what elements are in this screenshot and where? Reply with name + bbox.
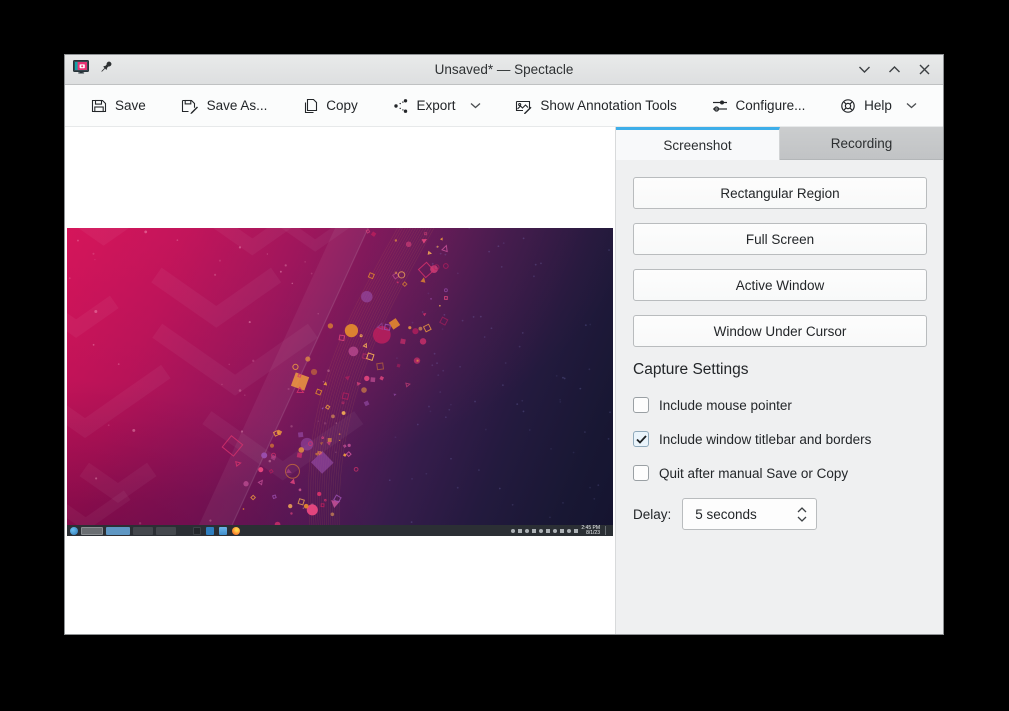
preview-clock-date: 8/1/23 [581, 531, 600, 536]
checkbox-label: Include window titlebar and borders [659, 432, 871, 447]
checkbox-box[interactable] [633, 431, 649, 447]
checkbox-box[interactable] [633, 397, 649, 413]
close-button[interactable] [917, 63, 931, 77]
preview-show-desktop-button [605, 526, 610, 535]
preview-folder-icon [219, 527, 227, 535]
minimize-button[interactable] [857, 63, 871, 77]
capture-settings-heading: Capture Settings [633, 361, 927, 379]
tab-bar: Screenshot Recording [616, 127, 943, 160]
configure-button[interactable]: Configure... [712, 98, 806, 114]
preview-firefox-icon [232, 527, 240, 535]
preview-taskbar: 2:45 PM 8/1/23 [67, 525, 613, 536]
active-window-button[interactable]: Active Window [633, 269, 927, 301]
share-icon [393, 98, 409, 114]
chevron-down-icon [470, 102, 481, 109]
preview-wallpaper [67, 228, 613, 525]
copy-button[interactable]: Copy [302, 98, 358, 114]
delay-increment-button[interactable] [797, 507, 807, 513]
delay-value[interactable]: 5 seconds [695, 507, 797, 522]
checkbox-box[interactable] [633, 465, 649, 481]
help-button[interactable]: Help [840, 98, 917, 114]
preview-task-entry [133, 527, 153, 535]
tab-screenshot-label: Screenshot [663, 138, 731, 153]
desktop-background: Unsaved* — Spectacle [0, 0, 1009, 711]
save-icon [91, 98, 107, 114]
pin-icon[interactable] [99, 60, 114, 80]
delay-decrement-button[interactable] [797, 516, 807, 522]
screenshot-preview: 2:45 PM 8/1/23 [67, 228, 613, 536]
side-panel: Screenshot Recording Rectangular Region … [615, 127, 943, 634]
export-button[interactable]: Export [393, 98, 481, 114]
titlebar[interactable]: Unsaved* — Spectacle [65, 55, 943, 85]
configure-label: Configure... [736, 98, 806, 113]
preview-clock: 2:45 PM 8/1/23 [581, 526, 600, 536]
preview-app-icon [206, 527, 214, 535]
window-under-cursor-button[interactable]: Window Under Cursor [633, 315, 927, 347]
show-annotation-tools-button[interactable]: Show Annotation Tools [515, 98, 676, 114]
spectacle-window: Unsaved* — Spectacle [64, 54, 944, 635]
delay-label: Delay: [633, 507, 671, 522]
checkbox-label: Quit after manual Save or Copy [659, 466, 848, 481]
wallpaper-art [67, 228, 613, 525]
preview-task-entry [106, 527, 130, 535]
copy-label: Copy [326, 98, 358, 113]
toolbar: Save Save As... [65, 85, 943, 127]
tab-recording[interactable]: Recording [780, 127, 943, 160]
copy-icon [302, 98, 318, 114]
sliders-icon [712, 98, 728, 114]
spectacle-app-icon[interactable] [73, 59, 90, 80]
tab-recording-label: Recording [831, 136, 893, 151]
save-button[interactable]: Save [91, 98, 146, 114]
maximize-button[interactable] [887, 63, 901, 77]
annotation-icon [515, 98, 532, 114]
delay-row: Delay: 5 seconds [633, 498, 927, 530]
help-label: Help [864, 98, 892, 113]
show-annotation-tools-label: Show Annotation Tools [540, 98, 676, 113]
checkbox-quit-after-save[interactable]: Quit after manual Save or Copy [633, 464, 927, 482]
export-label: Export [417, 98, 456, 113]
checkbox-label: Include mouse pointer [659, 398, 792, 413]
preview-pane: 2:45 PM 8/1/23 [65, 127, 615, 634]
checkbox-include-mouse-pointer[interactable]: Include mouse pointer [633, 396, 927, 414]
window-title: Unsaved* — Spectacle [435, 62, 574, 77]
preview-system-tray [511, 529, 578, 533]
tab-screenshot[interactable]: Screenshot [616, 127, 780, 160]
save-label: Save [115, 98, 146, 113]
save-as-label: Save As... [207, 98, 268, 113]
preview-task-entry [81, 527, 103, 535]
full-screen-button[interactable]: Full Screen [633, 223, 927, 255]
preview-launcher-icon [70, 527, 78, 535]
help-icon [840, 98, 856, 114]
rectangular-region-button[interactable]: Rectangular Region [633, 177, 927, 209]
checkbox-include-titlebar[interactable]: Include window titlebar and borders [633, 430, 927, 448]
preview-task-entry [156, 527, 176, 535]
save-as-button[interactable]: Save As... [181, 98, 268, 114]
chevron-down-icon [906, 102, 917, 109]
delay-spinbox[interactable]: 5 seconds [682, 498, 817, 530]
preview-taskbar-icons [193, 527, 240, 535]
preview-terminal-icon [193, 527, 201, 535]
save-as-icon [181, 98, 199, 114]
